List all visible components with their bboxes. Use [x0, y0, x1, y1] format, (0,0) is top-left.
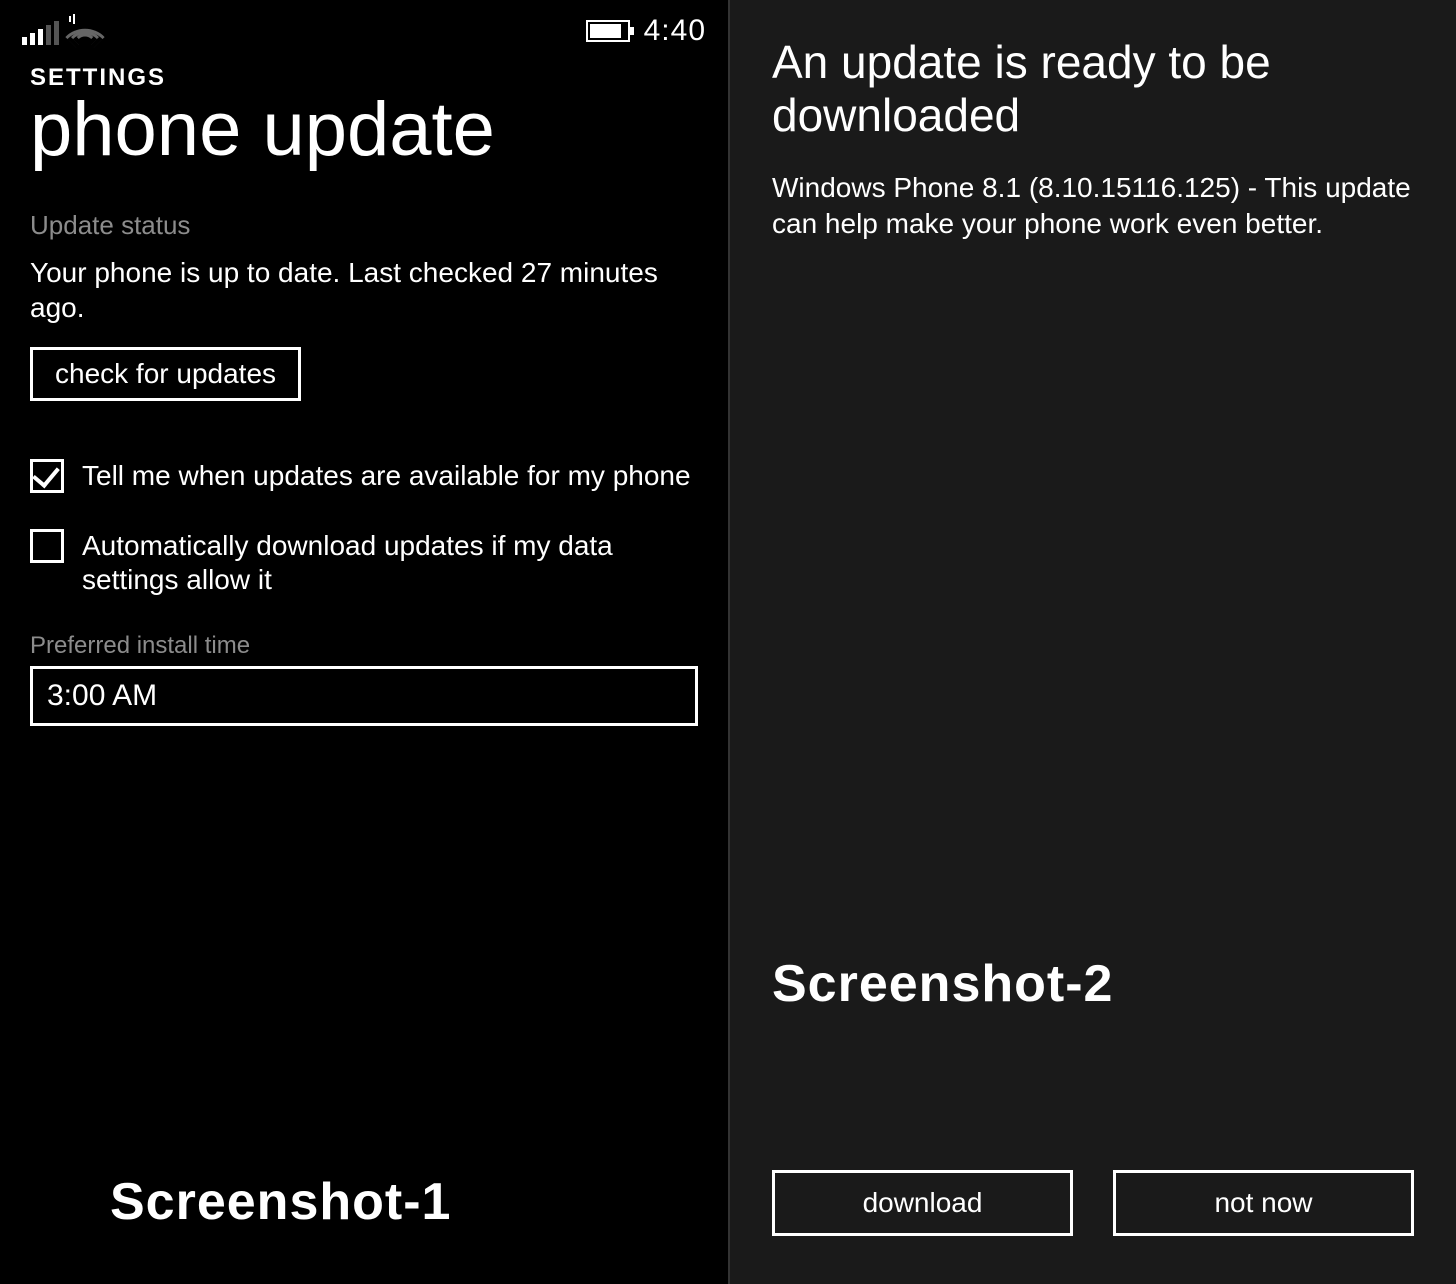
download-button[interactable]: download [772, 1170, 1073, 1236]
section-label-update-status: Update status [0, 168, 728, 249]
battery-icon [586, 20, 630, 42]
checkbox-icon[interactable] [30, 459, 64, 493]
phone-update-settings-screen: 4:40 SETTINGS phone update Update status… [0, 0, 728, 1284]
update-ready-body: Windows Phone 8.1 (8.10.15116.125) - Thi… [730, 142, 1456, 243]
option-auto-download[interactable]: Automatically download updates if my dat… [30, 529, 698, 596]
install-time-picker[interactable]: 3:00 AM [30, 666, 698, 726]
option-notify-updates[interactable]: Tell me when updates are available for m… [30, 459, 698, 493]
update-ready-title: An update is ready to be downloaded [730, 0, 1456, 142]
update-status-text: Your phone is up to date. Last checked 2… [0, 249, 728, 325]
option-label: Automatically download updates if my dat… [82, 529, 698, 596]
wifi-icon [75, 17, 109, 45]
page-title: phone update [0, 92, 728, 168]
clock: 4:40 [644, 14, 706, 48]
signal-icon [22, 19, 59, 45]
status-bar: 4:40 [0, 0, 728, 54]
caption-screenshot-1: Screenshot-1 [110, 1172, 451, 1232]
check-for-updates-button[interactable]: check for updates [30, 347, 301, 401]
not-now-button[interactable]: not now [1113, 1170, 1414, 1236]
action-bar: download not now [730, 1170, 1456, 1236]
option-label: Tell me when updates are available for m… [82, 459, 691, 493]
install-time-label: Preferred install time [0, 632, 728, 660]
update-ready-screen: An update is ready to be downloaded Wind… [728, 0, 1456, 1284]
checkbox-icon[interactable] [30, 529, 64, 563]
caption-screenshot-2: Screenshot-2 [772, 954, 1113, 1014]
